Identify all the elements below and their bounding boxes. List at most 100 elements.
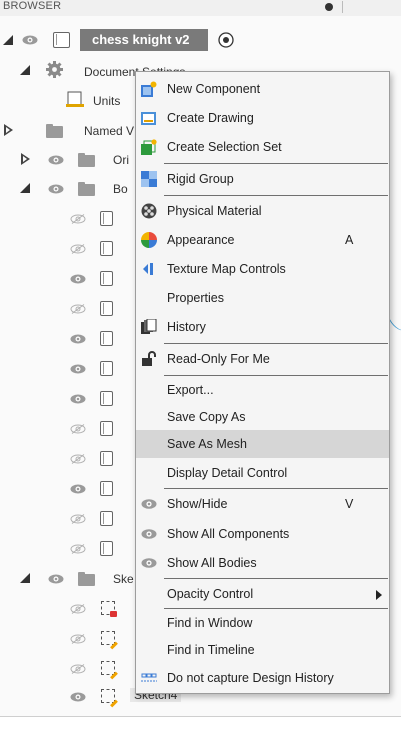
- menu-item-find-in-window[interactable]: Find in Window: [136, 609, 389, 637]
- menu-item-label: Find in Window: [167, 616, 253, 630]
- eye-hidden-icon[interactable]: [70, 634, 86, 644]
- document-icon: [66, 91, 84, 107]
- menu-item-label: Create Selection Set: [167, 140, 282, 154]
- menu-item-label: Display Detail Control: [167, 466, 288, 480]
- unlock-icon: [142, 351, 156, 366]
- gear-icon: [46, 61, 63, 78]
- history-icon: [141, 319, 157, 334]
- menu-item-save-copy-as[interactable]: Save Copy As: [136, 403, 389, 431]
- menu-item-new-component[interactable]: New Component: [136, 75, 389, 103]
- menu-item-label: Find in Timeline: [167, 643, 255, 657]
- eye-icon[interactable]: [48, 155, 64, 165]
- eye-hidden-icon[interactable]: [70, 454, 86, 464]
- sketch-icon: [101, 661, 118, 680]
- eye-icon[interactable]: [70, 364, 86, 374]
- menu-item-label: Create Drawing: [167, 111, 254, 125]
- eye-icon[interactable]: [70, 484, 86, 494]
- texture-map-icon: [143, 263, 153, 275]
- menu-item-display-detail-control[interactable]: Display Detail Control: [136, 459, 389, 487]
- eye-icon[interactable]: [48, 184, 64, 194]
- eye-icon[interactable]: [48, 574, 64, 584]
- expand-arrow-icon[interactable]: [20, 183, 30, 193]
- menu-item-create-drawing[interactable]: Create Drawing: [136, 104, 389, 132]
- sketch-locked-icon: [101, 601, 117, 617]
- named-views-label: Named V: [84, 124, 135, 138]
- eye-hidden-icon[interactable]: [70, 304, 86, 314]
- menu-item-label: Properties: [167, 291, 224, 305]
- browser-divider: [342, 1, 343, 13]
- menu-item-show-hide[interactable]: Show/Hide V: [136, 490, 389, 518]
- body-icon: [100, 481, 113, 496]
- eye-hidden-icon[interactable]: [70, 544, 86, 554]
- expand-arrow-icon[interactable]: [20, 573, 30, 583]
- collapse-arrow-icon[interactable]: [21, 153, 30, 165]
- body-icon: [100, 541, 113, 556]
- menu-item-create-selection-set[interactable]: Create Selection Set: [136, 133, 389, 161]
- tree-row-root[interactable]: chess knight v2: [0, 29, 260, 59]
- menu-item-appearance[interactable]: Appearance A: [136, 226, 389, 254]
- eye-icon[interactable]: [70, 274, 86, 284]
- menu-item-label: Texture Map Controls: [167, 262, 286, 276]
- eye-icon[interactable]: [70, 334, 86, 344]
- menu-item-do-not-capture-history[interactable]: Do not capture Design History: [136, 664, 389, 692]
- sketch-icon: [101, 631, 118, 650]
- menu-item-read-only[interactable]: Read-Only For Me: [136, 345, 389, 373]
- expand-arrow-icon[interactable]: [20, 65, 30, 75]
- browser-header: BROWSER: [0, 0, 401, 17]
- browser-title: BROWSER: [3, 0, 62, 12]
- browser-pin-icon[interactable]: [325, 3, 333, 11]
- menu-item-shortcut: V: [345, 497, 354, 511]
- body-icon: [100, 331, 113, 346]
- menu-item-find-in-timeline[interactable]: Find in Timeline: [136, 636, 389, 664]
- eye-icon: [141, 499, 157, 509]
- eye-hidden-icon[interactable]: [70, 664, 86, 674]
- menu-separator: [164, 578, 388, 579]
- menu-item-rigid-group[interactable]: Rigid Group: [136, 165, 389, 193]
- menu-item-physical-material[interactable]: Physical Material: [136, 197, 389, 225]
- eye-hidden-icon[interactable]: [70, 214, 86, 224]
- eye-icon[interactable]: [70, 394, 86, 404]
- activate-radio-icon[interactable]: [218, 32, 234, 48]
- eye-hidden-icon[interactable]: [70, 514, 86, 524]
- eye-icon[interactable]: [22, 35, 38, 45]
- menu-item-label: New Component: [167, 82, 261, 96]
- context-menu: New Component Create Drawing Create Sele…: [135, 71, 390, 694]
- physical-material-icon: [141, 203, 157, 219]
- menu-item-texture-map-controls[interactable]: Texture Map Controls: [136, 255, 389, 283]
- menu-item-properties[interactable]: Properties: [136, 284, 389, 312]
- eye-hidden-icon[interactable]: [70, 424, 86, 434]
- menu-item-show-all-bodies[interactable]: Show All Bodies: [136, 549, 389, 577]
- appearance-icon: [141, 232, 157, 248]
- menu-item-opacity-control[interactable]: Opacity Control: [136, 580, 389, 608]
- panel-bottom-divider: [0, 716, 401, 717]
- menu-item-label: Read-Only For Me: [167, 352, 270, 366]
- eye-hidden-icon[interactable]: [70, 604, 86, 614]
- eye-icon: [141, 529, 157, 539]
- origin-label: Ori: [113, 153, 129, 167]
- bodies-label: Bo: [113, 182, 128, 196]
- menu-item-label: Appearance: [167, 233, 235, 247]
- menu-separator: [164, 195, 388, 196]
- sketches-label: Ske: [113, 572, 134, 586]
- collapse-arrow-icon[interactable]: [4, 124, 13, 136]
- expand-arrow-icon[interactable]: [3, 35, 13, 45]
- rigid-group-icon: [141, 171, 157, 187]
- menu-item-label: Physical Material: [167, 204, 262, 218]
- menu-item-label: Rigid Group: [167, 172, 234, 186]
- folder-icon: [78, 182, 95, 196]
- selection-set-icon: [141, 139, 157, 155]
- menu-item-history[interactable]: History: [136, 313, 389, 341]
- create-drawing-icon: [141, 112, 156, 125]
- menu-item-label: Save Copy As: [167, 410, 246, 424]
- root-component-label[interactable]: chess knight v2: [80, 29, 208, 51]
- menu-item-export[interactable]: Export...: [136, 376, 389, 404]
- menu-item-save-as-mesh[interactable]: Save As Mesh: [136, 430, 389, 458]
- body-icon: [100, 271, 113, 286]
- menu-item-label: Show/Hide: [167, 497, 228, 511]
- folder-icon: [78, 153, 95, 167]
- menu-separator: [164, 163, 388, 164]
- new-component-icon: [141, 81, 157, 97]
- eye-icon[interactable]: [70, 692, 86, 702]
- eye-hidden-icon[interactable]: [70, 244, 86, 254]
- menu-item-show-all-components[interactable]: Show All Components: [136, 520, 389, 548]
